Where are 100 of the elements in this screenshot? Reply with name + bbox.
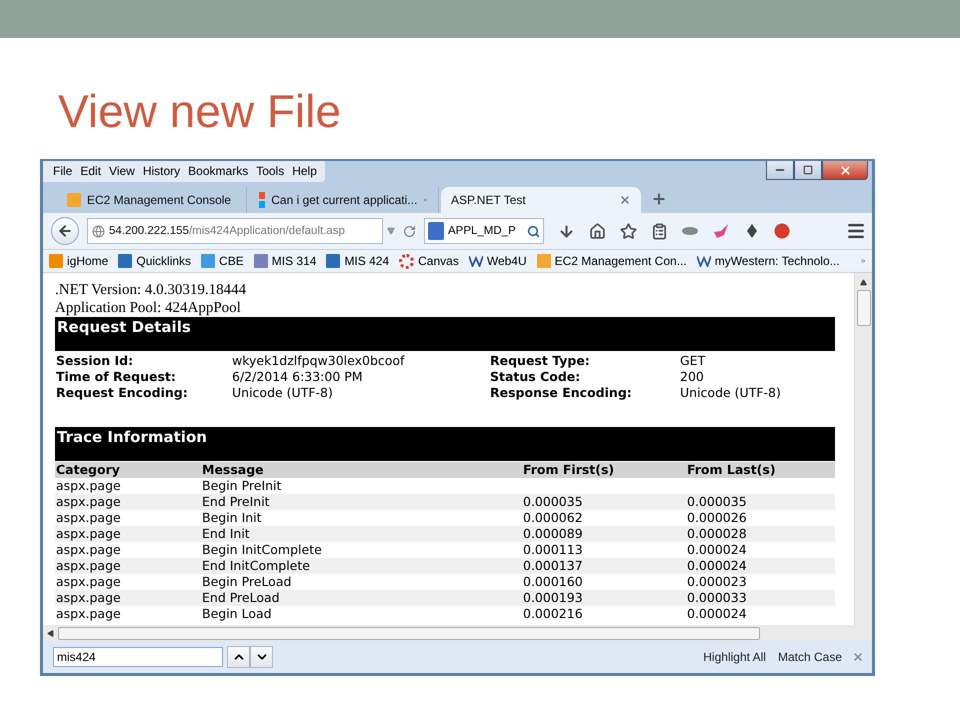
menu-item[interactable]: View bbox=[105, 162, 139, 180]
column-header: From Last(s) bbox=[686, 462, 835, 478]
clipboard-icon[interactable] bbox=[651, 222, 668, 240]
square-icon bbox=[201, 254, 216, 268]
close-button[interactable] bbox=[822, 161, 868, 180]
menu-item[interactable]: File bbox=[49, 162, 76, 180]
minimize-button[interactable] bbox=[766, 161, 794, 180]
vertical-scrollbar[interactable] bbox=[854, 273, 872, 625]
table-cell: aspx.page bbox=[55, 494, 201, 510]
menu-icon[interactable] bbox=[846, 221, 866, 241]
table-cell: aspx.page bbox=[55, 590, 201, 606]
section-header: Trace Information bbox=[55, 427, 835, 461]
table-cell: 0.000033 bbox=[686, 590, 835, 606]
slide-title: View new File bbox=[58, 84, 342, 138]
address-field[interactable]: 54.200.222.155/mis424Application/default.asp bbox=[87, 218, 383, 244]
table-cell: 0.000035 bbox=[522, 494, 686, 510]
table-cell: 0.000193 bbox=[522, 590, 686, 606]
table-cell: 0.000028 bbox=[686, 526, 835, 542]
ring-icon bbox=[399, 254, 414, 268]
field-value: 200 bbox=[680, 369, 705, 385]
browser-tab[interactable]: ASP.NET Test bbox=[441, 187, 641, 213]
bookmark-link[interactable]: MIS 314 bbox=[272, 254, 316, 268]
box-icon bbox=[67, 193, 81, 207]
scroll-left-icon bbox=[47, 630, 54, 636]
find-option[interactable]: Match Case bbox=[778, 650, 842, 664]
column-header: Message bbox=[201, 462, 522, 478]
bookmark-link[interactable]: Quicklinks bbox=[136, 254, 192, 268]
reload-icon[interactable] bbox=[403, 224, 416, 238]
find-next-button[interactable] bbox=[250, 646, 273, 668]
table-cell: 0.000137 bbox=[522, 558, 686, 574]
star-icon[interactable] bbox=[620, 222, 637, 240]
search-field[interactable]: APPL_MD_P bbox=[424, 218, 544, 244]
menu-item[interactable]: Help bbox=[288, 162, 321, 180]
info-line: Application Pool: 424AppPool bbox=[55, 299, 242, 317]
scroll-up-icon bbox=[860, 279, 867, 286]
bookmark-link[interactable]: Web4U bbox=[486, 254, 527, 268]
field-value: wkyek1dzlfpqw30lex0bcoof bbox=[232, 353, 406, 369]
adblock-icon[interactable] bbox=[774, 223, 792, 239]
dropdown-icon[interactable] bbox=[387, 227, 395, 235]
menu-item[interactable]: Tools bbox=[252, 162, 288, 180]
find-previous-button[interactable] bbox=[227, 646, 250, 668]
menu-item[interactable]: Bookmarks bbox=[184, 162, 252, 180]
bookmark-link[interactable]: igHome bbox=[67, 254, 108, 268]
column-header: Category bbox=[55, 462, 201, 478]
table-cell: aspx.page bbox=[55, 526, 201, 542]
field-value: Unicode (UTF-8) bbox=[680, 385, 782, 401]
bookmark-link[interactable]: myWestern: Technolo... bbox=[714, 254, 840, 268]
scroll-thumb[interactable] bbox=[58, 626, 760, 640]
home-icon[interactable] bbox=[589, 222, 606, 240]
url-text: 54.200.222.155/mis424Application/default.asp bbox=[109, 225, 345, 237]
table-cell: End InitComplete bbox=[201, 558, 522, 574]
find-option[interactable]: Highlight All bbox=[703, 650, 766, 664]
back-button[interactable] bbox=[51, 217, 79, 245]
close-tab-icon[interactable] bbox=[619, 194, 631, 206]
field-value: GET bbox=[680, 353, 706, 369]
table-cell: End PreInit bbox=[201, 494, 522, 510]
table-cell: End Init bbox=[201, 526, 522, 542]
field-label: Time of Request: bbox=[56, 369, 177, 385]
field-value: 6/2/2014 6:33:00 PM bbox=[232, 369, 364, 385]
square-icon bbox=[326, 254, 340, 268]
table-cell: aspx.page bbox=[55, 558, 201, 574]
new-tab-icon[interactable] bbox=[651, 191, 667, 207]
field-value: Unicode (UTF-8) bbox=[232, 385, 334, 401]
bookmark-link[interactable]: MIS 424 bbox=[344, 254, 390, 268]
info-line: .NET Version: 4.0.30319.18444 bbox=[55, 281, 248, 299]
close-icon bbox=[838, 164, 852, 176]
bookmark-link[interactable]: CBE bbox=[219, 254, 244, 268]
table-cell: 0.000035 bbox=[686, 494, 835, 510]
box-icon bbox=[536, 254, 551, 268]
bookmark-link[interactable]: Canvas bbox=[418, 254, 459, 268]
field-label: Request Encoding: bbox=[56, 385, 189, 401]
maximize-button[interactable] bbox=[794, 161, 822, 180]
search-text: APPL_MD_P bbox=[448, 225, 516, 237]
horizontal-scrollbar[interactable] bbox=[43, 625, 872, 641]
scroll-thumb[interactable] bbox=[856, 290, 870, 326]
menu-item[interactable]: History bbox=[138, 162, 184, 180]
download-icon[interactable] bbox=[558, 222, 575, 240]
table-cell: 0.000024 bbox=[686, 558, 835, 574]
table-cell: End PreLoad bbox=[201, 590, 522, 606]
w-letter-icon bbox=[696, 255, 711, 267]
close-find-icon[interactable] bbox=[852, 651, 864, 663]
square-icon bbox=[803, 165, 813, 175]
bookmark-link[interactable]: EC2 Management Con... bbox=[554, 254, 687, 268]
field-label: Request Type: bbox=[490, 353, 591, 369]
search-engine-icon bbox=[428, 222, 444, 240]
menu-item[interactable]: Edit bbox=[76, 162, 106, 180]
globe-icon bbox=[92, 224, 105, 238]
windows-icon bbox=[259, 192, 266, 208]
square-icon bbox=[49, 254, 63, 268]
table-cell: 0.000089 bbox=[522, 526, 686, 542]
square-icon bbox=[254, 254, 268, 268]
find-field[interactable]: mis424 bbox=[53, 647, 223, 667]
field-label: Session Id: bbox=[56, 353, 134, 369]
search-icon[interactable] bbox=[527, 224, 540, 238]
field-label: Status Code: bbox=[490, 369, 582, 385]
arrow-left-icon bbox=[57, 223, 73, 239]
column-header: From First(s) bbox=[522, 462, 686, 478]
section-header: Request Details bbox=[55, 317, 835, 351]
w-letter-icon bbox=[468, 255, 483, 267]
square-icon bbox=[118, 254, 132, 268]
